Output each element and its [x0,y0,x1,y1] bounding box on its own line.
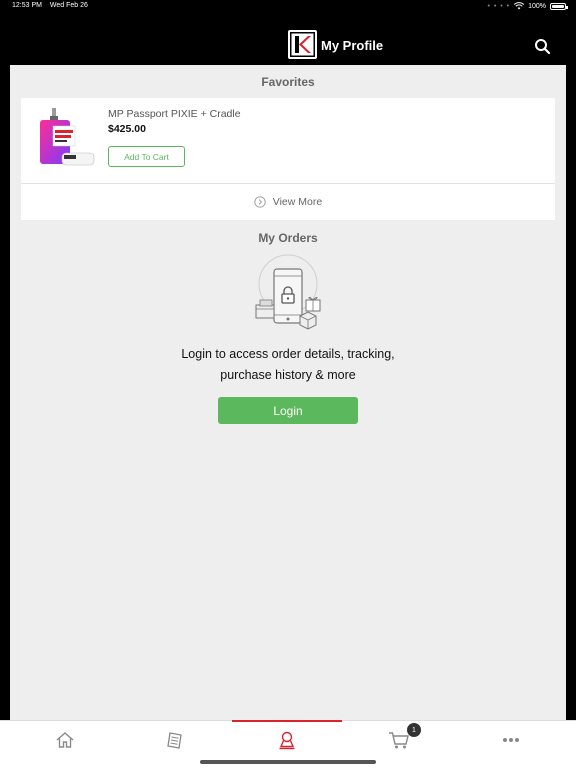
tab-more[interactable] [456,721,566,758]
login-message-line-1: Login to access order details, tracking, [181,347,395,361]
login-button[interactable]: Login [218,397,358,424]
login-message: Login to access order details, tracking,… [10,344,566,386]
wifi-icon [514,2,525,10]
battery-percent: 100% [528,2,546,10]
home-indicator[interactable] [200,760,376,764]
status-left: 12:53 PM Wed Feb 26 [12,2,94,9]
main-content: Favorites MP Passport PIXIE + Cradle $42… [10,65,566,720]
cart-badge: 1 [407,723,421,737]
catalog-icon [167,731,182,749]
dots-icon: • • • • [487,2,511,10]
more-icon [503,737,519,742]
login-message-line-2: purchase history & more [220,368,356,382]
view-more-label: View More [272,196,323,208]
favorites-title: Favorites [261,75,315,89]
favorite-item-card[interactable]: MP Passport PIXIE + Cradle $425.00 Add T… [21,98,555,184]
chevron-right-circle-icon [254,196,266,208]
search-icon[interactable] [534,38,552,56]
status-bar: 12:53 PM Wed Feb 26 • • • • 100% [0,0,576,12]
orders-title: My Orders [258,231,318,245]
orders-illustration-icon [255,254,321,330]
battery-icon [550,2,568,10]
tab-profile[interactable] [232,720,342,758]
view-more-button[interactable]: View More [21,184,555,220]
profile-icon [279,731,295,749]
brand-logo-icon[interactable] [288,30,317,59]
tab-home[interactable] [10,721,120,758]
tab-cart[interactable]: 1 [344,721,454,758]
tab-catalog[interactable] [120,721,230,758]
page-title: My Profile [321,38,384,53]
product-image[interactable] [36,106,98,172]
add-to-cart-button[interactable]: Add To Cart [108,146,185,167]
status-date: Wed Feb 26 [49,2,88,9]
nav-bar: My Profile [0,12,576,65]
product-name[interactable]: MP Passport PIXIE + Cradle [108,108,241,120]
status-right: • • • • 100% [487,2,568,10]
status-time: 12:53 PM [12,2,42,9]
product-price: $425.00 [108,123,146,135]
tab-bar: 1 [0,720,576,757]
home-icon [56,731,74,748]
